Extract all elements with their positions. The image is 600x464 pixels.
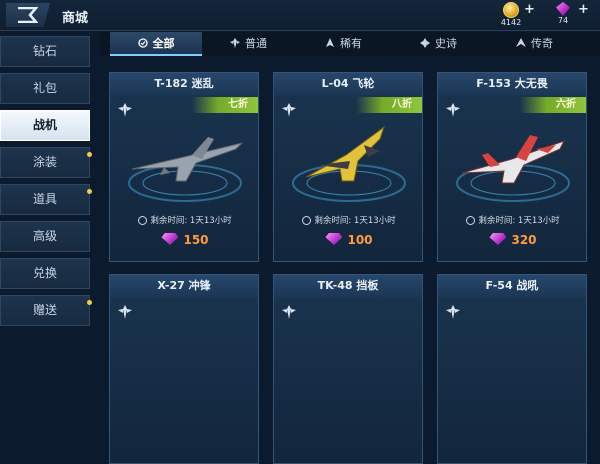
sidebar-item-diamonds[interactable]: 钻石 xyxy=(0,36,90,67)
card-title: T-182 迷乱 xyxy=(110,73,258,95)
notification-dot xyxy=(87,300,92,305)
time-remaining: 剩余时间: 1天13小时 xyxy=(438,214,588,226)
gem-icon xyxy=(489,233,507,245)
add-gems-button[interactable]: + xyxy=(578,2,589,17)
discount-badge: 八折 xyxy=(356,97,422,113)
rarity-tabs: 全部 普通 稀有 史诗 传奇 xyxy=(100,32,600,56)
rank-icon xyxy=(118,305,132,319)
top-bar: 商城 4142 + 74 + xyxy=(0,0,600,31)
sidebar-item-items[interactable]: 道具 xyxy=(0,184,92,215)
rank-icon xyxy=(282,305,296,319)
product-card[interactable]: X-27 冲锋 xyxy=(109,274,259,464)
back-button[interactable] xyxy=(6,3,50,27)
discount-badge: 六折 xyxy=(520,97,586,113)
back-icon xyxy=(18,7,38,23)
sidebar-item-exchange[interactable]: 兑换 xyxy=(0,258,90,289)
tab-legendary[interactable]: 传奇 xyxy=(516,32,553,56)
tab-all[interactable]: 全部 xyxy=(110,32,202,56)
category-sidebar: 钻石 礼包 战机 涂装 道具 高级 兑换 赠送 xyxy=(0,36,92,332)
coin-icon xyxy=(503,2,519,18)
sidebar-item-fighters[interactable]: 战机 xyxy=(0,110,90,141)
check-circle-icon xyxy=(137,38,148,48)
sidebar-item-packs[interactable]: 礼包 xyxy=(0,73,90,104)
discount-badge: 七折 xyxy=(192,97,258,113)
clock-icon xyxy=(466,216,476,225)
price: 100 xyxy=(274,233,424,247)
gem-icon xyxy=(325,233,343,245)
tab-common[interactable]: 普通 xyxy=(230,32,267,56)
fighter-jet xyxy=(461,135,565,184)
sidebar-item-gift[interactable]: 赠送 xyxy=(0,295,92,326)
gem-counter: 74 xyxy=(544,2,582,30)
wing-rank-icon xyxy=(516,38,526,47)
notification-dot xyxy=(87,152,92,157)
wing-rank-icon xyxy=(230,38,240,48)
jet-showcase xyxy=(456,135,570,202)
product-card[interactable]: F-153 大无畏 六折 剩余时间: 1天13小时 320 xyxy=(437,72,587,262)
gem-value: 74 xyxy=(557,16,569,25)
fighter-jet xyxy=(131,137,244,182)
product-card[interactable]: L-04 飞轮 八折 剩余时间: 1天13小时 100 xyxy=(273,72,423,262)
clock-icon xyxy=(138,216,148,225)
tab-epic[interactable]: 史诗 xyxy=(420,32,457,56)
time-remaining: 剩余时间: 1天13小时 xyxy=(110,214,260,226)
gem-icon xyxy=(161,233,179,245)
card-title: X-27 冲锋 xyxy=(110,275,258,297)
add-coins-button[interactable]: + xyxy=(524,2,535,17)
gem-icon xyxy=(556,2,570,16)
sidebar-item-skins[interactable]: 涂装 xyxy=(0,147,92,178)
card-title: TK-48 挡板 xyxy=(274,275,422,297)
price: 150 xyxy=(110,233,260,247)
tab-rare[interactable]: 稀有 xyxy=(325,32,362,56)
time-remaining: 剩余时间: 1天13小时 xyxy=(274,214,424,226)
coin-value: 4142 xyxy=(500,18,522,27)
wing-rank-icon xyxy=(420,38,430,48)
card-title: L-04 飞轮 xyxy=(274,73,422,95)
rank-icon xyxy=(446,305,460,319)
jet-showcase xyxy=(128,137,244,202)
jet-showcase xyxy=(292,125,406,202)
product-card[interactable]: T-182 迷乱 七折 剩余时间: 1天13小时 150 xyxy=(109,72,259,262)
price: 320 xyxy=(438,233,588,247)
card-title: F-153 大无畏 xyxy=(438,73,586,95)
product-card[interactable]: F-54 战吼 xyxy=(437,274,587,464)
wing-rank-icon xyxy=(326,38,334,47)
product-card[interactable]: TK-48 挡板 xyxy=(273,274,423,464)
card-title: F-54 战吼 xyxy=(438,275,586,297)
clock-icon xyxy=(302,216,312,225)
page-title: 商城 xyxy=(62,11,89,26)
sidebar-item-advanced[interactable]: 高级 xyxy=(0,221,90,252)
notification-dot xyxy=(87,189,92,194)
